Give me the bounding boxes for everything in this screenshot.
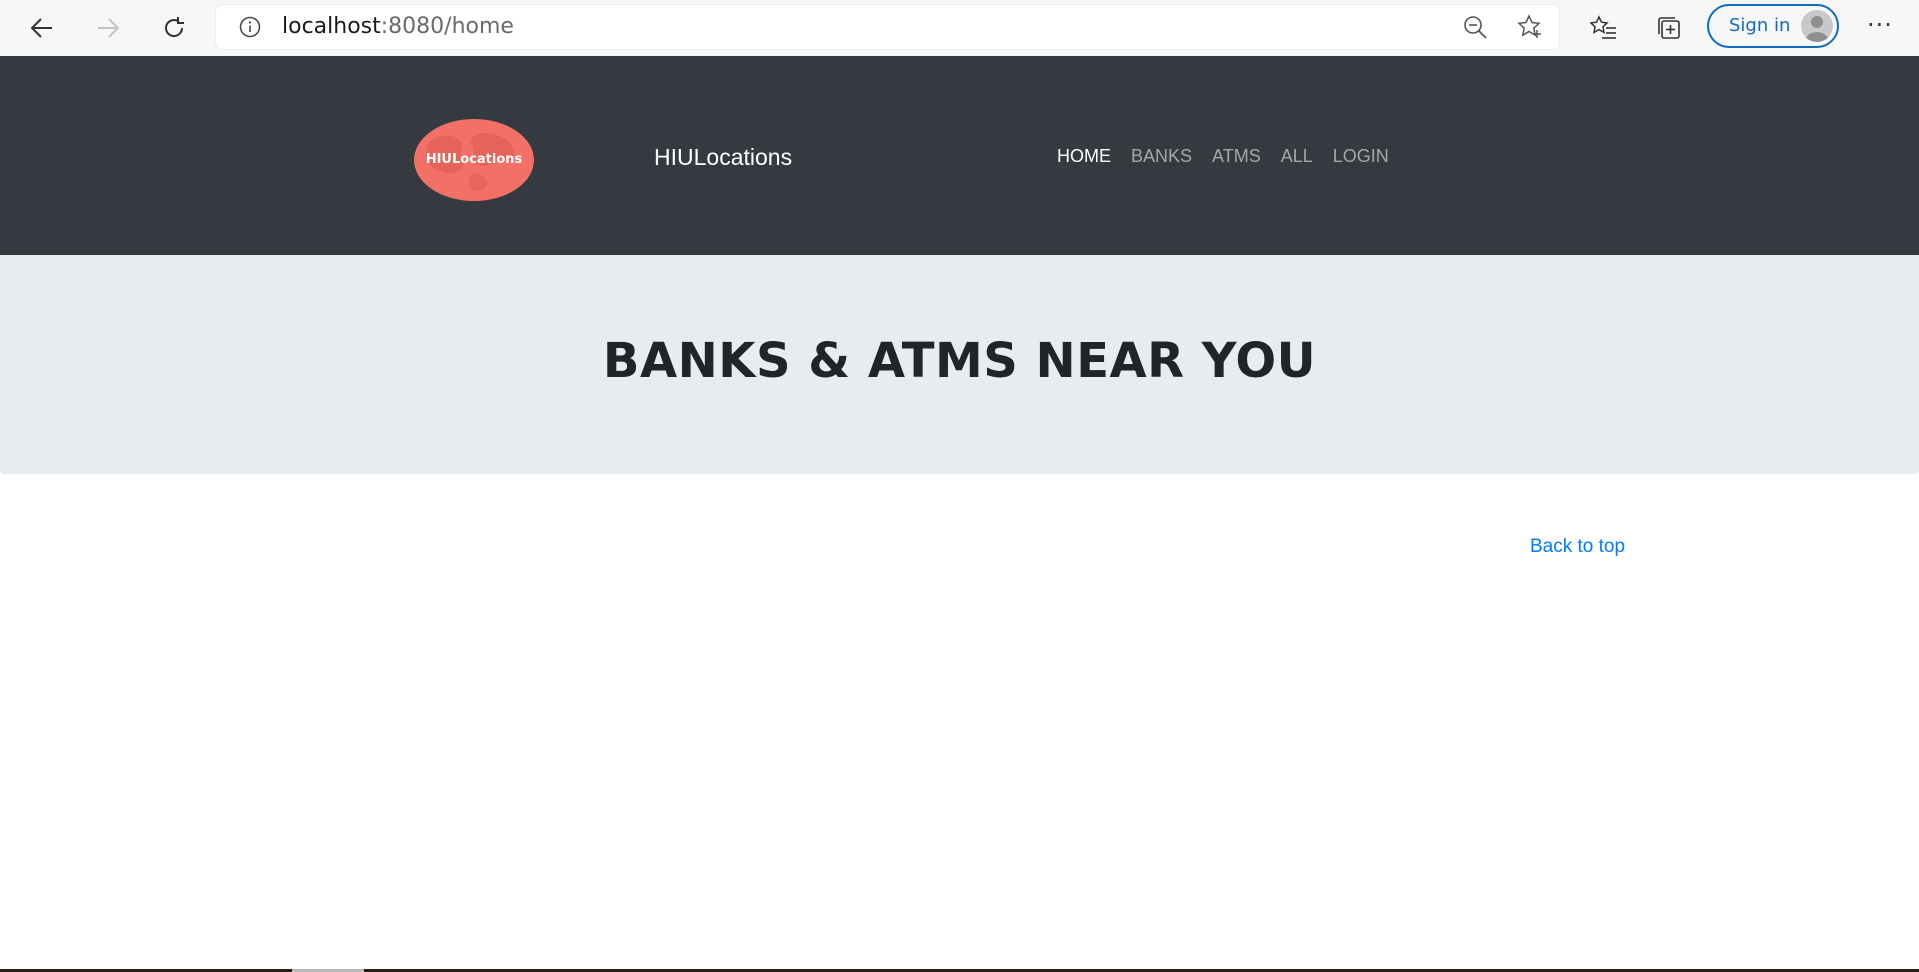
nav-item-login[interactable]: LOGIN xyxy=(1333,146,1389,167)
page-title: BANKS & ATMS NEAR YOU xyxy=(602,333,1317,389)
nav-item-home[interactable]: HOME xyxy=(1057,146,1111,167)
url-host: localhost xyxy=(282,14,381,39)
zoom-out-icon[interactable] xyxy=(1461,13,1489,41)
refresh-button[interactable] xyxy=(154,8,194,48)
logo-text: HIULocations xyxy=(425,152,523,167)
site-logo[interactable]: HIULocations xyxy=(414,119,534,201)
site-header: HIULocations HIULocations HOME BANKS ATM… xyxy=(0,56,1919,255)
sign-in-label: Sign in xyxy=(1729,15,1791,36)
nav-item-all[interactable]: ALL xyxy=(1281,146,1313,167)
refresh-icon xyxy=(165,17,184,37)
nav-item-banks[interactable]: BANKS xyxy=(1131,146,1192,167)
browser-toolbar: localhost:8080/home Sign in ··· xyxy=(0,0,1919,56)
info-icon[interactable] xyxy=(236,13,264,41)
back-button[interactable] xyxy=(22,8,62,48)
add-favorite-icon[interactable] xyxy=(1516,13,1544,41)
favorites-icon[interactable] xyxy=(1586,10,1622,46)
back-to-top-link[interactable]: Back to top xyxy=(1530,536,1625,558)
more-options-button[interactable]: ··· xyxy=(1862,10,1898,46)
hero-banner: BANKS & ATMS NEAR YOU xyxy=(0,255,1919,474)
collections-icon[interactable] xyxy=(1651,10,1687,46)
arrow-right-icon xyxy=(98,18,120,38)
url-path: :8080/home xyxy=(380,14,514,39)
arrow-left-icon xyxy=(30,18,52,38)
nav-item-atms[interactable]: ATMS xyxy=(1212,146,1261,167)
address-bar[interactable]: localhost:8080/home xyxy=(216,5,1559,49)
forward-button[interactable] xyxy=(88,8,128,48)
brand-name[interactable]: HIULocations xyxy=(654,144,792,171)
main-nav: HOME BANKS ATMS ALL LOGIN xyxy=(1057,146,1389,167)
url-text[interactable]: localhost:8080/home xyxy=(282,5,514,49)
sign-in-button[interactable]: Sign in xyxy=(1707,4,1839,48)
avatar-icon xyxy=(1801,10,1833,42)
